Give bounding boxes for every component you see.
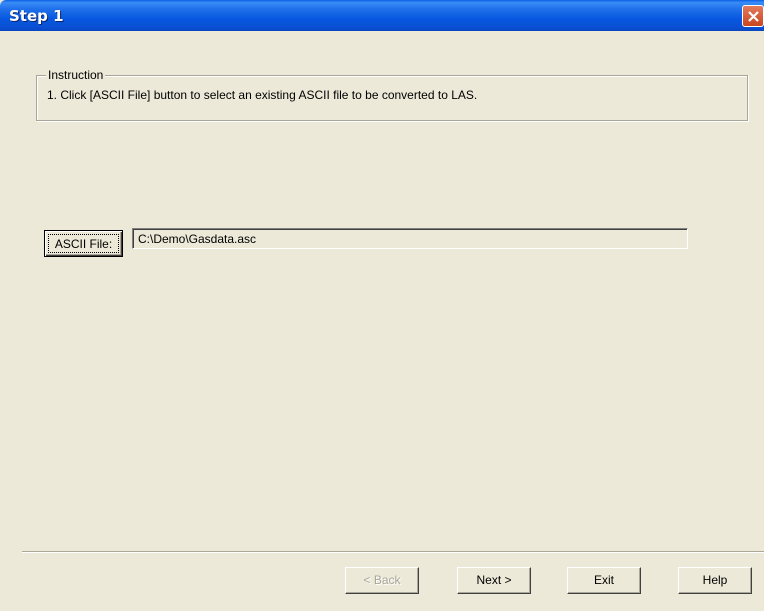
exit-button-label: Exit [593,573,614,587]
footer-separator [22,551,764,553]
back-button[interactable]: < Back [345,567,419,594]
file-path-field[interactable]: C:\Demo\Gasdata.asc [132,228,688,249]
back-button-label: < Back [363,573,401,587]
help-button-label: Help [702,573,728,587]
exit-button[interactable]: Exit [567,567,641,594]
instruction-text: 1. Click [ASCII File] button to select a… [47,88,478,102]
help-button[interactable]: Help [678,567,752,594]
window-title: Step 1 [9,7,64,25]
close-icon [748,11,759,22]
ascii-file-button[interactable]: ASCII File: [44,230,123,257]
dialog-window: Step 1 Instruction 1. Click [ASCII File]… [0,0,764,611]
ascii-file-button-label: ASCII File: [54,237,113,251]
next-button-label: Next > [476,573,512,587]
title-bar[interactable]: Step 1 [0,0,764,31]
close-button[interactable] [742,5,764,27]
next-button[interactable]: Next > [457,567,531,594]
instruction-legend: Instruction [46,68,106,82]
